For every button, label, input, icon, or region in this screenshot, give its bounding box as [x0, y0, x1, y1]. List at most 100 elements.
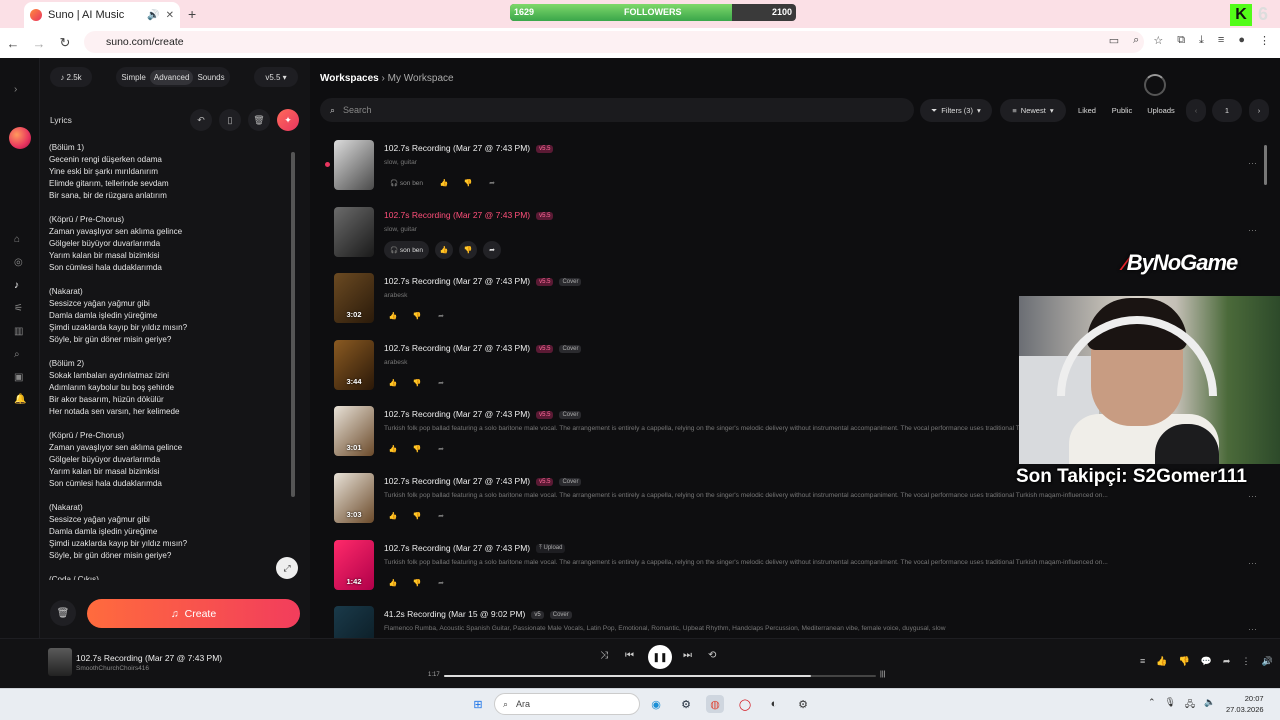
- volume-icon[interactable]: 🔊: [1261, 656, 1272, 667]
- waveform-icon[interactable]: |||: [880, 671, 885, 678]
- song-title[interactable]: 102.7s Recording (Mar 27 @ 7:43 PM): [384, 210, 530, 220]
- dislike-icon[interactable]: 👎: [1178, 656, 1189, 667]
- comment-icon[interactable]: 💬: [1201, 656, 1212, 667]
- like-icon[interactable]: 👍: [435, 174, 453, 192]
- mode-simple[interactable]: Simple: [117, 70, 149, 85]
- share-icon[interactable]: ➦: [483, 174, 501, 192]
- version-select[interactable]: v5.5 ▾: [254, 67, 298, 87]
- close-tab-icon[interactable]: ✕: [166, 10, 174, 21]
- song-title[interactable]: 102.7s Recording (Mar 27 @ 7:43 PM): [384, 543, 530, 553]
- delete-draft-button[interactable]: 🗑: [50, 600, 76, 626]
- speaker-icon[interactable]: 🔈: [1204, 697, 1215, 713]
- create-button[interactable]: ♫ Create: [87, 599, 300, 628]
- like-icon[interactable]: 👍: [1156, 656, 1167, 667]
- share-icon[interactable]: ➦: [432, 574, 450, 592]
- mode-sounds[interactable]: Sounds: [193, 70, 228, 85]
- taskbar-search[interactable]: ⌕ Ara: [494, 693, 640, 715]
- more-options-icon[interactable]: ⋯: [1248, 225, 1257, 236]
- chrome-icon[interactable]: ◍: [706, 695, 724, 713]
- shuffle-icon[interactable]: ⤨: [600, 650, 608, 661]
- share-icon[interactable]: ➦: [432, 507, 450, 525]
- sort-button[interactable]: ≡ Newest ▾: [1000, 99, 1066, 122]
- profile-avatar-icon[interactable]: ●: [1238, 34, 1245, 47]
- repeat-icon[interactable]: ⟲: [708, 650, 716, 661]
- song-title[interactable]: 102.7s Recording (Mar 27 @ 7:43 PM): [384, 143, 530, 153]
- now-playing-cover[interactable]: [48, 648, 72, 676]
- download-icon[interactable]: ⤓: [1199, 34, 1204, 47]
- next-icon[interactable]: ⏭: [683, 650, 692, 661]
- home-icon[interactable]: ⌂: [14, 234, 20, 245]
- like-icon[interactable]: 👍: [384, 307, 402, 325]
- bookmark-star-icon[interactable]: ☆: [1153, 34, 1163, 47]
- forward-icon[interactable]: →: [26, 36, 52, 51]
- queue-icon[interactable]: ≡: [1140, 656, 1145, 667]
- song-row[interactable]: 102.7s Recording (Mar 27 @ 7:43 PM) v5.5 s…: [325, 140, 1265, 202]
- browser-tab[interactable]: Suno | AI Music 🔊 ✕: [24, 2, 180, 28]
- dislike-icon[interactable]: 👎: [408, 307, 426, 325]
- steam-icon[interactable]: ⚙: [677, 695, 695, 713]
- uploads-filter[interactable]: Uploads: [1143, 99, 1179, 122]
- like-icon[interactable]: 👍: [384, 507, 402, 525]
- taskbar-clock[interactable]: 20:07 27.03.2026: [1226, 693, 1264, 715]
- user-avatar[interactable]: [9, 127, 31, 149]
- breadcrumb-root[interactable]: Workspaces: [320, 73, 379, 84]
- search-nav-icon[interactable]: ⌕: [14, 349, 20, 360]
- windows-start-icon[interactable]: ⊞: [469, 695, 487, 713]
- network-icon[interactable]: 🖧: [1185, 697, 1195, 713]
- notifications-icon[interactable]: 🔔: [14, 394, 26, 405]
- filters-button[interactable]: ⏷ Filters (3) ▾: [920, 99, 992, 122]
- reload-icon[interactable]: ↻: [52, 35, 78, 51]
- previous-icon[interactable]: ⏮: [625, 650, 634, 661]
- song-cover[interactable]: [334, 140, 374, 190]
- song-cover[interactable]: [334, 207, 374, 257]
- menu-kebab-icon[interactable]: ⋮: [1259, 34, 1270, 47]
- dislike-icon[interactable]: 👎: [459, 241, 478, 259]
- studio-icon[interactable]: ⚟: [14, 303, 23, 314]
- more-options-icon[interactable]: ⋯: [1248, 624, 1257, 635]
- like-icon[interactable]: 👍: [435, 241, 454, 259]
- opera-icon[interactable]: ◯: [736, 695, 754, 713]
- next-page-button[interactable]: ›: [1249, 99, 1269, 122]
- progress-bar[interactable]: [444, 675, 876, 677]
- library-icon[interactable]: ▥: [14, 326, 23, 337]
- magic-wand-button[interactable]: ✦: [277, 109, 299, 131]
- song-title[interactable]: 102.7s Recording (Mar 27 @ 7:43 PM): [384, 276, 530, 286]
- dislike-icon[interactable]: 👎: [408, 440, 426, 458]
- song-title[interactable]: 102.7s Recording (Mar 27 @ 7:43 PM): [384, 476, 530, 486]
- tray-expand-icon[interactable]: ⌃: [1148, 697, 1156, 713]
- persona-chip[interactable]: 🎧 son ben: [384, 241, 430, 259]
- share-icon[interactable]: ➦: [432, 307, 450, 325]
- search-input[interactable]: ⌕ Search: [320, 98, 914, 122]
- undo-button[interactable]: ↶: [190, 109, 212, 131]
- expand-sidebar-icon[interactable]: ›: [14, 84, 17, 95]
- song-title[interactable]: 41.2s Recording (Mar 15 @ 9:02 PM): [384, 609, 525, 619]
- song-list-scrollbar[interactable]: [1264, 145, 1267, 185]
- lyrics-scrollbar[interactable]: [291, 152, 295, 497]
- cast-icon[interactable]: ▭: [1109, 34, 1119, 47]
- more-options-icon[interactable]: ⋯: [1248, 558, 1257, 569]
- now-playing-artist[interactable]: SmoothChurchChoirs416: [76, 665, 149, 672]
- share-icon[interactable]: ➦: [432, 440, 450, 458]
- more-options-icon[interactable]: ⋯: [1248, 158, 1257, 169]
- song-cover[interactable]: 1:42: [334, 540, 374, 590]
- like-icon[interactable]: 👍: [384, 374, 402, 392]
- create-nav-icon[interactable]: ♪: [14, 280, 19, 291]
- page-number[interactable]: 1: [1212, 99, 1242, 122]
- edge-icon[interactable]: ◉: [647, 695, 665, 713]
- dislike-icon[interactable]: 👎: [408, 374, 426, 392]
- clear-lyrics-button[interactable]: 🗑: [248, 109, 270, 131]
- like-icon[interactable]: 👍: [384, 574, 402, 592]
- share-icon[interactable]: ➦: [483, 241, 502, 259]
- public-filter[interactable]: Public: [1106, 99, 1138, 122]
- extensions-icon[interactable]: ⧉: [1177, 34, 1185, 47]
- hooks-icon[interactable]: ▣: [14, 372, 23, 383]
- credits-badge[interactable]: ♪ 2.5k: [50, 67, 92, 87]
- persona-chip[interactable]: 🎧 son ben: [384, 174, 429, 192]
- prev-page-button[interactable]: ‹: [1186, 99, 1206, 122]
- song-title[interactable]: 102.7s Recording (Mar 27 @ 7:43 PM): [384, 409, 530, 419]
- expand-lyrics-button[interactable]: ⤢: [276, 557, 298, 579]
- zoom-icon[interactable]: ⌕: [1133, 34, 1139, 47]
- settings-icon[interactable]: ⚙: [794, 695, 812, 713]
- song-cover[interactable]: 3:44: [334, 340, 374, 390]
- share-icon[interactable]: ➦: [1223, 656, 1231, 667]
